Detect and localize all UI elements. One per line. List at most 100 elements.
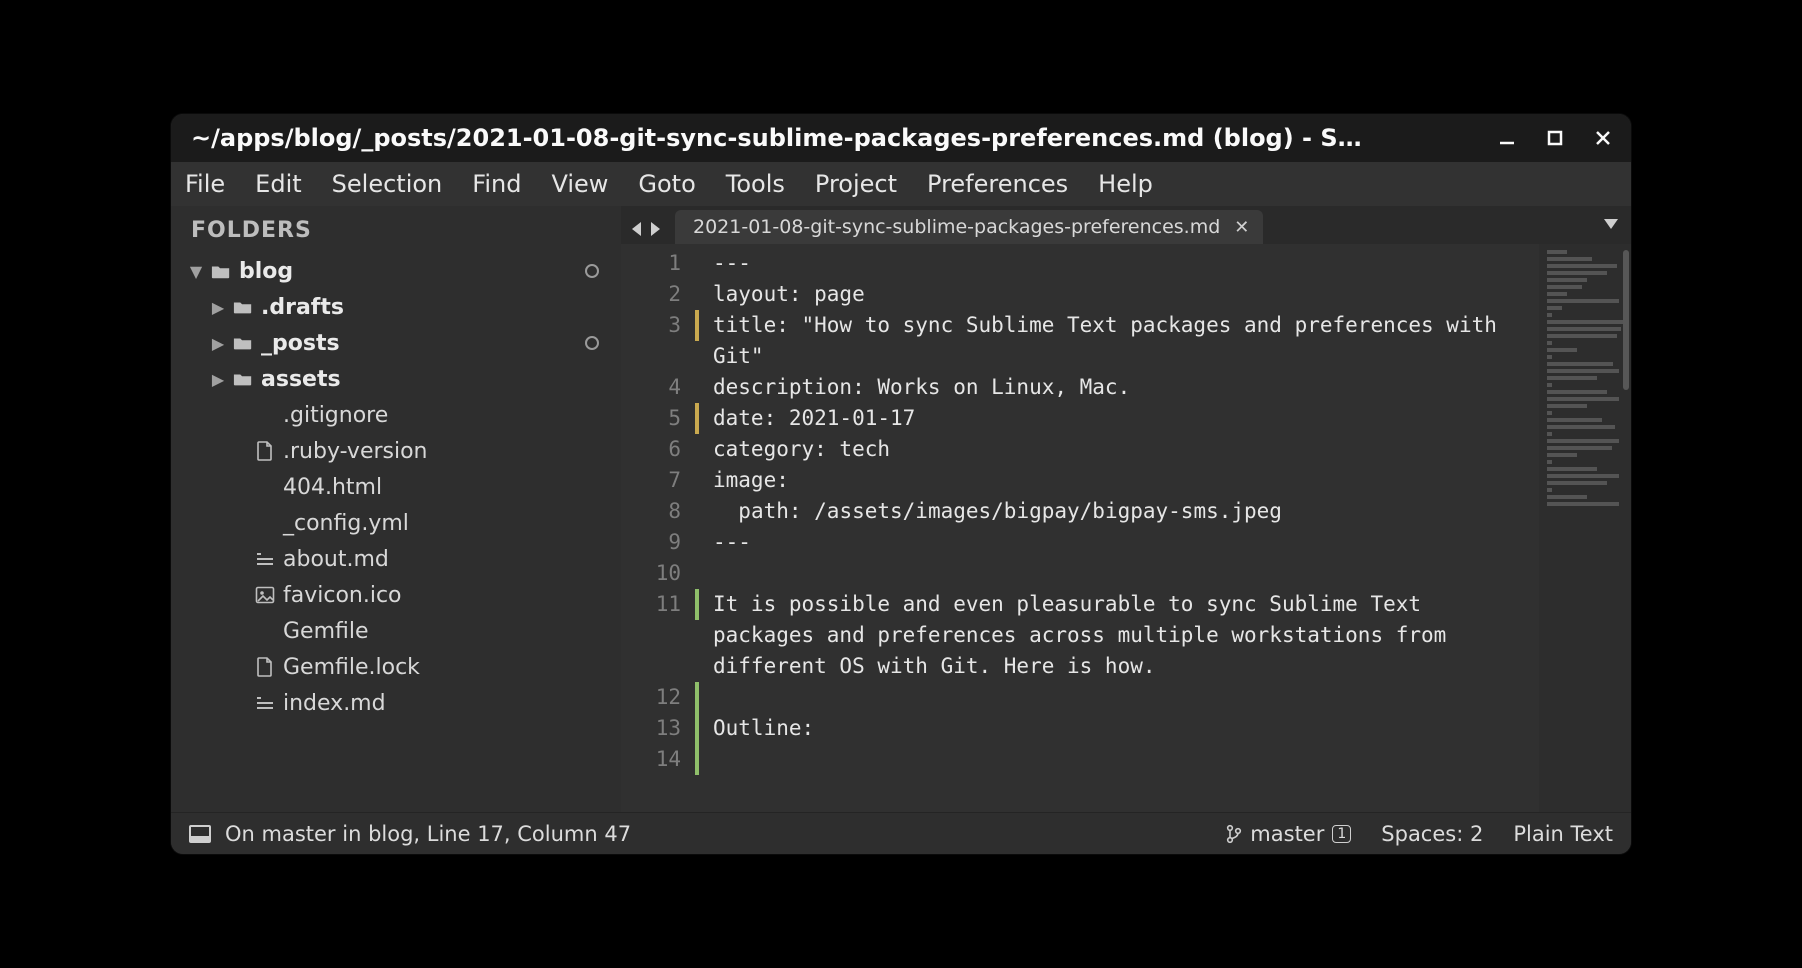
code-text: description: Works on Linux, Mac. — [699, 372, 1631, 403]
vcs-status-icon — [585, 336, 599, 350]
minimap-row — [1547, 292, 1567, 296]
code-line[interactable]: 1--- — [621, 248, 1631, 279]
code-line[interactable]: 11It is possible and even pleasurable to… — [621, 589, 1631, 682]
tree-row-gemfile-lock[interactable]: Gemfile.lock — [189, 649, 613, 685]
gutter-line-number: 1 — [621, 248, 699, 279]
minimap-row — [1547, 439, 1619, 443]
menu-selection[interactable]: Selection — [332, 170, 443, 198]
menu-goto[interactable]: Goto — [638, 170, 695, 198]
tab-next-icon[interactable] — [647, 220, 663, 238]
minimap[interactable] — [1539, 244, 1631, 812]
minimap-row — [1547, 446, 1612, 450]
code-text: Outline: — [699, 713, 1631, 744]
code-line[interactable]: 12 — [621, 682, 1631, 713]
gutter-line-number: 4 — [621, 372, 699, 403]
minimap-row — [1547, 334, 1617, 338]
minimap-row — [1547, 474, 1619, 478]
minimap-scroll-thumb[interactable] — [1623, 250, 1629, 390]
menu-find[interactable]: Find — [472, 170, 521, 198]
maximize-button[interactable] — [1545, 128, 1565, 148]
menu-help[interactable]: Help — [1098, 170, 1153, 198]
gutter-line-number: 5 — [621, 403, 699, 434]
code-line[interactable]: 6category: tech — [621, 434, 1631, 465]
tree-row--gitignore[interactable]: .gitignore — [189, 397, 613, 433]
tab-active[interactable]: 2021-01-08-git-sync-sublime-packages-pre… — [675, 210, 1263, 244]
close-button[interactable] — [1593, 128, 1613, 148]
disclosure-down-icon[interactable]: ▼ — [189, 262, 203, 281]
minimap-row — [1547, 467, 1597, 471]
code-text: --- — [699, 527, 1631, 558]
gutter-line-number: 9 — [621, 527, 699, 558]
code-line[interactable]: 9--- — [621, 527, 1631, 558]
tab-overflow[interactable] — [1603, 216, 1619, 235]
tab-close-icon[interactable]: ✕ — [1234, 217, 1249, 238]
status-syntax[interactable]: Plain Text — [1513, 822, 1613, 846]
code-lines: 1---2layout: page3title: "How to sync Su… — [621, 244, 1631, 812]
tree-label: _config.yml — [283, 511, 613, 536]
none-icon — [255, 513, 275, 533]
minimap-row — [1547, 264, 1617, 268]
tree-label: _posts — [261, 331, 577, 356]
panel-toggle-icon[interactable] — [189, 825, 211, 843]
tree-row-blog[interactable]: ▼ blog — [189, 253, 613, 289]
tab-prev-icon[interactable] — [629, 220, 645, 238]
code-line[interactable]: 14 — [621, 744, 1631, 775]
code-text: --- — [699, 248, 1631, 279]
minimap-row — [1547, 341, 1552, 345]
code-line[interactable]: 8 path: /assets/images/bigpay/bigpay-sms… — [621, 496, 1631, 527]
code-line[interactable]: 3title: "How to sync Sublime Text packag… — [621, 310, 1631, 372]
tree-row--config-yml[interactable]: _config.yml — [189, 505, 613, 541]
editor-body[interactable]: 1---2layout: page3title: "How to sync Su… — [621, 244, 1631, 812]
gutter-line-number: 13 — [621, 713, 699, 744]
tree-label: .gitignore — [283, 403, 613, 428]
minimap-row — [1547, 397, 1619, 401]
minimap-row — [1547, 369, 1619, 373]
tree-label: index.md — [283, 691, 613, 716]
tree-row--posts[interactable]: ▶ _posts — [189, 325, 613, 361]
tree-row-assets[interactable]: ▶assets — [189, 361, 613, 397]
gutter-line-number: 2 — [621, 279, 699, 310]
menu-preferences[interactable]: Preferences — [927, 170, 1068, 198]
menu-edit[interactable]: Edit — [255, 170, 301, 198]
minimap-row — [1547, 418, 1602, 422]
status-branch[interactable]: master 1 — [1226, 822, 1351, 846]
code-line[interactable]: 10 — [621, 558, 1631, 589]
status-spaces[interactable]: Spaces: 2 — [1381, 822, 1483, 846]
menu-view[interactable]: View — [551, 170, 608, 198]
code-line[interactable]: 5date: 2021-01-17 — [621, 403, 1631, 434]
code-line[interactable]: 4description: Works on Linux, Mac. — [621, 372, 1631, 403]
code-line[interactable]: 2layout: page — [621, 279, 1631, 310]
minimap-row — [1547, 460, 1552, 464]
minimap-row — [1547, 453, 1577, 457]
minimap-row — [1547, 320, 1625, 324]
code-line[interactable]: 7image: — [621, 465, 1631, 496]
tree-label: blog — [239, 259, 577, 284]
tree-row-gemfile[interactable]: Gemfile — [189, 613, 613, 649]
minimize-button[interactable] — [1497, 128, 1517, 148]
tree-row-404-html[interactable]: 404.html — [189, 469, 613, 505]
menu-file[interactable]: File — [185, 170, 225, 198]
disclosure-right-icon[interactable]: ▶ — [211, 370, 225, 389]
menu-tools[interactable]: Tools — [726, 170, 785, 198]
code-line[interactable]: 13Outline: — [621, 713, 1631, 744]
minimap-row — [1547, 425, 1615, 429]
code-text: title: "How to sync Sublime Text package… — [699, 310, 1631, 372]
menu-project[interactable]: Project — [815, 170, 897, 198]
minimap-row — [1547, 348, 1577, 352]
minimap-row — [1547, 362, 1613, 366]
none-icon — [255, 621, 275, 641]
statusbar: On master in blog, Line 17, Column 47 ma… — [171, 812, 1631, 854]
sidebar: FOLDERS ▼blog▶.drafts▶_posts▶assets.giti… — [171, 206, 621, 812]
tree-row-favicon-ico[interactable]: favicon.ico — [189, 577, 613, 613]
minimap-row — [1547, 313, 1552, 317]
disclosure-right-icon[interactable]: ▶ — [211, 298, 225, 317]
file-icon — [255, 657, 275, 677]
minimize-icon — [1498, 129, 1516, 147]
tree-label: favicon.ico — [283, 583, 613, 608]
tree-row--ruby-version[interactable]: .ruby-version — [189, 433, 613, 469]
tree-row--drafts[interactable]: ▶.drafts — [189, 289, 613, 325]
tree-row-about-md[interactable]: about.md — [189, 541, 613, 577]
tree-row-index-md[interactable]: index.md — [189, 685, 613, 721]
disclosure-right-icon[interactable]: ▶ — [211, 334, 225, 353]
chevron-down-icon — [1603, 217, 1619, 231]
